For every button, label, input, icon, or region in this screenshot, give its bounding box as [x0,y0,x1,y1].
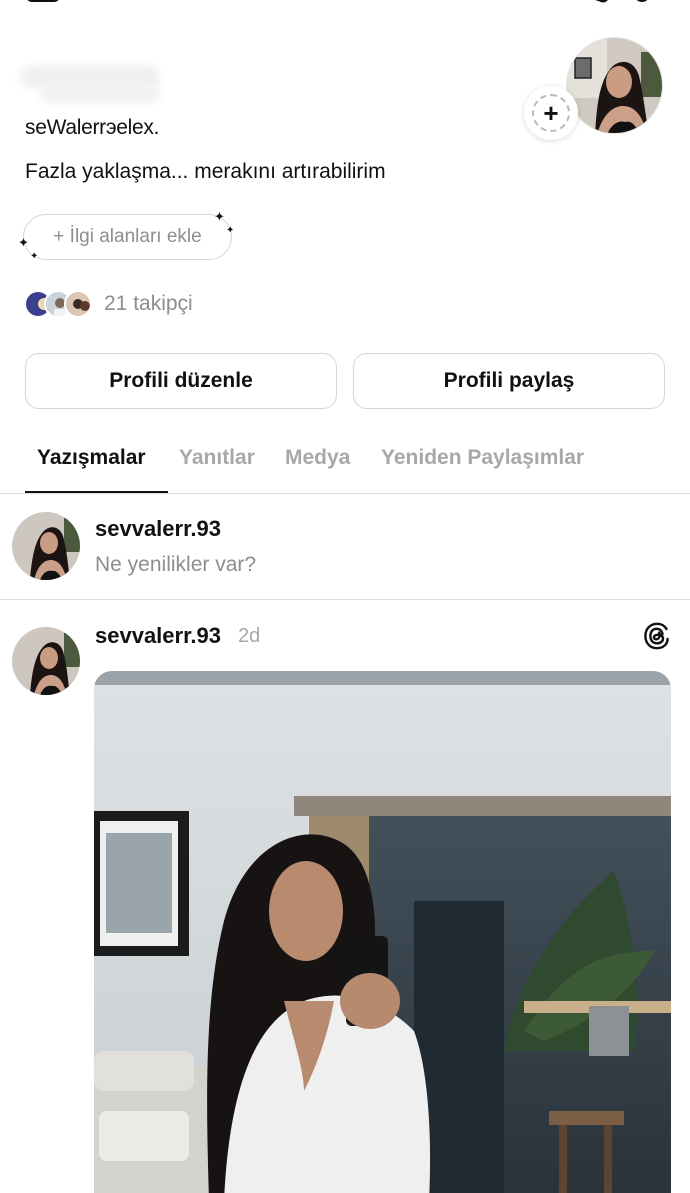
profile-name: seWalerrэelex. [25,116,160,139]
plus-icon: + [532,94,570,132]
post-photo[interactable] [94,671,671,1193]
sparkle-icon: ✦ [30,251,39,262]
edit-profile-button[interactable]: Profili düzenle [25,353,337,409]
tab-threads[interactable]: Yazışmalar [37,446,146,470]
profile-bio: Fazla yaklaşma... merakını artırabilirim [25,160,386,183]
followers-count: 21 takipçi [104,292,193,315]
composer-input[interactable]: Ne yenilikler var? [95,553,256,577]
sparkle-icon: ✦ [18,235,29,250]
add-interests-button[interactable]: + İlgi alanları ekle [23,214,232,260]
sparkle-icon: ✦ [214,209,225,224]
tab-reposts[interactable]: Yeniden Paylaşımlar [381,446,584,470]
avatar [12,512,80,580]
thread-post: sevvalerr.93 2d [0,601,690,1193]
blurred-name-area [20,60,170,106]
active-tab-indicator [25,491,168,493]
instagram-link-icon[interactable] [634,0,650,2]
composer-username: sevvalerr.93 [95,516,222,541]
profile-avatar[interactable] [566,37,663,134]
followers-summary[interactable]: 21 takipçi [24,289,193,319]
add-story-button[interactable]: + [524,86,578,140]
profile-tabs: Yazışmalar Yanıtlar Medya Yeniden Paylaş… [0,428,690,494]
menu-icon[interactable] [26,0,60,2]
sparkle-icon: ✦ [226,225,235,236]
share-profile-button[interactable]: Profili paylaş [353,353,665,409]
post-username[interactable]: sevvalerr.93 [95,623,221,649]
post-timestamp: 2d [238,625,261,647]
top-bar [0,0,690,8]
insights-icon[interactable] [593,0,609,5]
threads-logo-icon[interactable] [642,621,672,651]
tab-media[interactable]: Medya [285,446,350,470]
new-thread-composer[interactable]: sevvalerr.93 Ne yenilikler var? [0,494,690,600]
follower-avatar [64,290,92,318]
avatar[interactable] [12,627,80,695]
tab-replies[interactable]: Yanıtlar [179,446,255,470]
